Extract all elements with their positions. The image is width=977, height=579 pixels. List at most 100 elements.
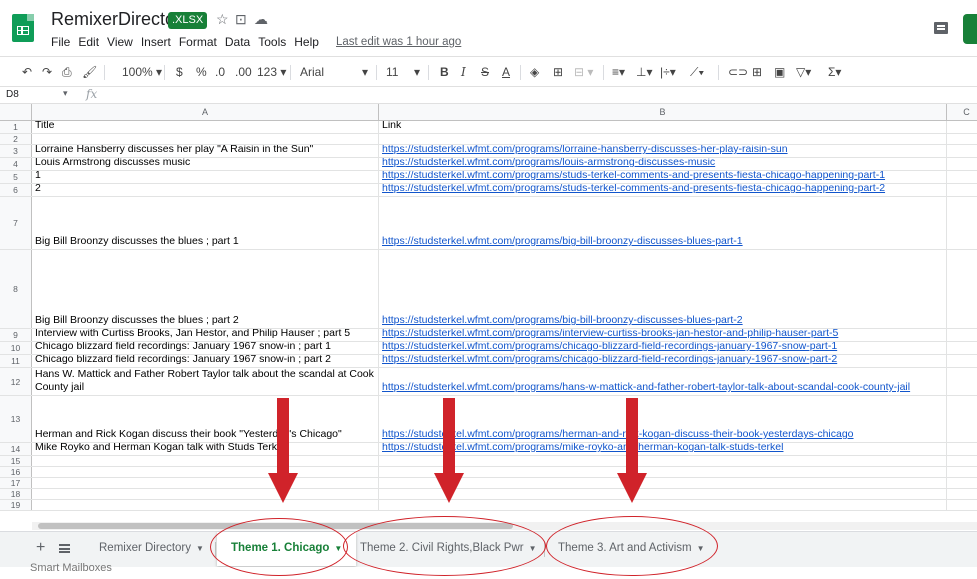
row-number[interactable]: 2 bbox=[0, 134, 32, 144]
row-number[interactable]: 12 bbox=[0, 368, 32, 395]
bold-button[interactable]: B bbox=[440, 57, 449, 87]
cell-title[interactable] bbox=[32, 456, 379, 466]
cell-link[interactable]: https://studsterkel.wfmt.com/programs/ha… bbox=[379, 368, 947, 395]
row-number[interactable]: 11 bbox=[0, 355, 32, 367]
font-family-select[interactable]: Arial bbox=[300, 57, 324, 87]
select-all-corner[interactable] bbox=[0, 104, 32, 121]
font-size-select[interactable]: 11 bbox=[386, 57, 398, 87]
cell-link[interactable]: https://studsterkel.wfmt.com/programs/mi… bbox=[379, 443, 947, 455]
fill-color-icon[interactable]: ◈ bbox=[530, 57, 539, 87]
column-header-a[interactable]: A bbox=[32, 104, 379, 121]
cell-title[interactable]: Louis Armstrong discusses music bbox=[32, 158, 379, 170]
column-header-c[interactable]: C bbox=[947, 104, 977, 121]
cell-title[interactable] bbox=[32, 134, 379, 144]
zoom-select[interactable]: 100% ▾ bbox=[122, 57, 162, 87]
sheet-tab-remixer-directory[interactable]: Remixer Directory ▼ bbox=[87, 532, 216, 566]
cell-title[interactable] bbox=[32, 489, 379, 499]
cell-title[interactable] bbox=[32, 467, 379, 477]
column-header-b[interactable]: B bbox=[379, 104, 947, 121]
cell-link-text[interactable]: https://studsterkel.wfmt.com/programs/st… bbox=[382, 184, 885, 196]
menu-view[interactable]: View bbox=[107, 35, 133, 49]
cell-link-text[interactable]: https://studsterkel.wfmt.com/programs/st… bbox=[382, 171, 885, 183]
cell-link[interactable]: https://studsterkel.wfmt.com/programs/lo… bbox=[379, 145, 947, 157]
folder-icon[interactable]: ⊡ bbox=[235, 11, 247, 28]
all-sheets-icon[interactable] bbox=[59, 544, 70, 553]
row-number[interactable]: 15 bbox=[0, 456, 32, 466]
cell-title[interactable]: Chicago blizzard field recordings: Janua… bbox=[32, 342, 379, 354]
cell-link[interactable]: https://studsterkel.wfmt.com/programs/ch… bbox=[379, 355, 947, 367]
insert-link-icon[interactable]: ⊂⊃ bbox=[728, 57, 748, 87]
cell-link[interactable]: https://studsterkel.wfmt.com/programs/lo… bbox=[379, 158, 947, 170]
cell-link[interactable]: https://studsterkel.wfmt.com/programs/bi… bbox=[379, 197, 947, 249]
text-color-button[interactable]: A bbox=[502, 57, 510, 87]
cell-link[interactable]: https://studsterkel.wfmt.com/programs/he… bbox=[379, 396, 947, 442]
comment-history-icon[interactable] bbox=[934, 22, 948, 34]
star-icon[interactable]: ☆ bbox=[216, 11, 229, 28]
menu-help[interactable]: Help bbox=[294, 35, 319, 49]
borders-icon[interactable]: ⊞ bbox=[553, 57, 563, 87]
vertical-align-icon[interactable]: ⊥▾ bbox=[636, 57, 652, 87]
undo-icon[interactable]: ↶ bbox=[22, 57, 32, 87]
row-number[interactable]: 14 bbox=[0, 443, 32, 455]
spreadsheet-grid[interactable]: A B C 1 Title Link 2 3 Lorraine Hansberry dis… bbox=[0, 104, 977, 524]
cell-link[interactable]: Link bbox=[379, 121, 947, 133]
functions-icon[interactable]: Σ▾ bbox=[828, 57, 841, 87]
decrease-decimals-button[interactable]: .0 bbox=[215, 57, 225, 87]
cell-link[interactable]: https://studsterkel.wfmt.com/programs/in… bbox=[379, 329, 947, 341]
horizontal-align-icon[interactable]: ≡▾ bbox=[612, 57, 625, 87]
cell-link-text[interactable]: https://studsterkel.wfmt.com/programs/lo… bbox=[382, 158, 715, 170]
cell-title[interactable] bbox=[32, 500, 379, 510]
row-number[interactable]: 18 bbox=[0, 489, 32, 499]
menu-edit[interactable]: Edit bbox=[78, 35, 99, 49]
cell-link-text[interactable]: https://studsterkel.wfmt.com/programs/ch… bbox=[382, 342, 837, 354]
share-button[interactable] bbox=[963, 14, 977, 44]
cell-title[interactable]: Lorraine Hansberry discusses her play "A… bbox=[32, 145, 379, 157]
cell-link[interactable]: https://studsterkel.wfmt.com/programs/bi… bbox=[379, 250, 947, 328]
print-icon[interactable]: ⎙ bbox=[62, 57, 72, 87]
italic-button[interactable]: I bbox=[461, 57, 466, 87]
row-number[interactable]: 5 bbox=[0, 171, 32, 183]
cell-link[interactable] bbox=[379, 467, 947, 477]
row-number[interactable]: 8 bbox=[0, 250, 32, 328]
cell-link[interactable]: https://studsterkel.wfmt.com/programs/st… bbox=[379, 184, 947, 196]
row-number[interactable]: 7 bbox=[0, 197, 32, 249]
cell-link-text[interactable]: https://studsterkel.wfmt.com/programs/in… bbox=[382, 329, 838, 341]
menu-tools[interactable]: Tools bbox=[258, 35, 286, 49]
row-number[interactable]: 9 bbox=[0, 329, 32, 341]
cell-title[interactable]: Big Bill Broonzy discusses the blues ; p… bbox=[32, 250, 379, 328]
more-formats-button[interactable]: 123 ▾ bbox=[257, 57, 286, 87]
menu-format[interactable]: Format bbox=[179, 35, 217, 49]
strikethrough-button[interactable]: S bbox=[481, 57, 489, 87]
currency-format-button[interactable]: $ bbox=[176, 57, 183, 87]
add-sheet-icon[interactable]: + bbox=[36, 539, 45, 557]
cell-title[interactable]: Studs Terkel comments and presents Fiest… bbox=[32, 184, 379, 196]
font-family-dropdown-icon[interactable]: ▾ bbox=[362, 57, 368, 87]
cell-link[interactable] bbox=[379, 456, 947, 466]
cell-link-text[interactable]: https://studsterkel.wfmt.com/programs/lo… bbox=[382, 145, 788, 157]
menu-insert[interactable]: Insert bbox=[141, 35, 171, 49]
row-number[interactable]: 6 bbox=[0, 184, 32, 196]
row-number[interactable]: 10 bbox=[0, 342, 32, 354]
last-edit-link[interactable]: Last edit was 1 hour ago bbox=[336, 36, 461, 48]
cell-link[interactable] bbox=[379, 134, 947, 144]
paint-format-icon[interactable]: 🖌 bbox=[82, 57, 97, 87]
percent-format-button[interactable]: % bbox=[196, 57, 207, 87]
cell-title[interactable] bbox=[32, 478, 379, 488]
cell-title[interactable]: Interview with Curtiss Brooks, Jan Hesto… bbox=[32, 329, 379, 341]
row-number[interactable]: 17 bbox=[0, 478, 32, 488]
cell-link-text[interactable]: https://studsterkel.wfmt.com/programs/bi… bbox=[382, 314, 743, 328]
insert-comment-icon[interactable]: ⊞ bbox=[752, 57, 762, 87]
cell-link[interactable]: https://studsterkel.wfmt.com/programs/ch… bbox=[379, 342, 947, 354]
cell-link[interactable] bbox=[379, 500, 947, 510]
cell-title[interactable]: Studs Terkel comments and presents Fiest… bbox=[32, 171, 379, 183]
name-box[interactable]: D8 bbox=[6, 89, 19, 100]
row-number[interactable]: 19 bbox=[0, 500, 32, 510]
merge-cells-icon[interactable]: ⊟ ▾ bbox=[574, 57, 593, 87]
cell-title[interactable]: Herman and Rick Kogan discuss their book… bbox=[32, 396, 379, 442]
text-wrap-icon[interactable]: |÷▾ bbox=[660, 57, 676, 87]
row-number[interactable]: 3 bbox=[0, 145, 32, 157]
cell-title[interactable]: Big Bill Broonzy discusses the blues ; p… bbox=[32, 197, 379, 249]
sheets-logo-icon[interactable] bbox=[12, 14, 34, 42]
cell-title[interactable]: Hans W. Mattick and Father Robert Taylor… bbox=[32, 368, 379, 395]
cell-title[interactable]: Title bbox=[32, 121, 379, 133]
